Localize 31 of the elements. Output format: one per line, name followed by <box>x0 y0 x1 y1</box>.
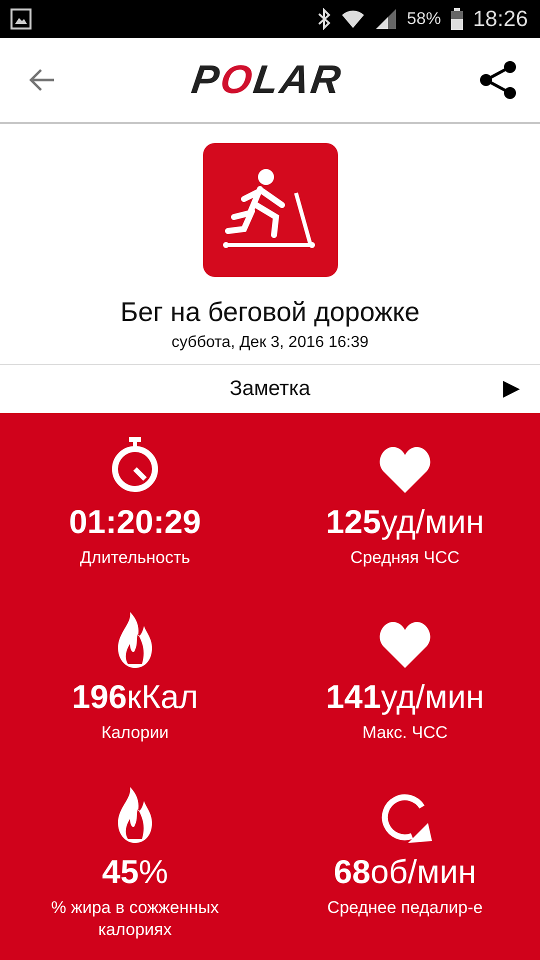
flame-icon <box>116 612 154 668</box>
stat-value: 196кКал <box>72 678 198 716</box>
stat-label: Длительность <box>78 547 192 569</box>
flame-icon <box>116 787 154 843</box>
stat-value: 01:20:29 <box>68 503 202 541</box>
stat-value: 68об/мин <box>334 853 476 891</box>
note-label: Заметка <box>230 377 310 401</box>
play-arrow: ▶ <box>503 375 520 401</box>
stat-label: % жира в сожженных калориях <box>50 897 220 942</box>
back-arrow-icon[interactable] <box>28 68 56 92</box>
signal-icon <box>374 8 397 30</box>
clock-time: 18:26 <box>472 6 528 32</box>
stat-value: 45% <box>102 853 168 891</box>
stat-value: 141уд/мин <box>326 678 484 716</box>
battery-percent: 58% <box>406 9 441 29</box>
image-icon <box>10 8 32 30</box>
stopwatch-icon <box>109 437 161 493</box>
share-icon[interactable] <box>478 60 518 100</box>
polar-logo: POLAR <box>188 58 346 102</box>
heart-icon <box>379 622 431 668</box>
stat-label: Калории <box>100 722 170 744</box>
activity-date: суббота, Дек 3, 2016 16:39 <box>170 334 370 352</box>
stat-label: Средняя ЧСС <box>349 547 461 569</box>
bluetooth-icon <box>316 8 331 30</box>
wifi-icon <box>340 8 365 30</box>
stat-label: Макс. ЧСС <box>361 722 449 744</box>
stat-value: 125уд/мин <box>326 503 484 541</box>
heart-icon <box>379 447 431 493</box>
battery-icon <box>450 8 463 30</box>
activity-title: Бег на беговой дорожке <box>119 297 421 328</box>
stat-label: Среднее педалир-е <box>326 897 484 919</box>
